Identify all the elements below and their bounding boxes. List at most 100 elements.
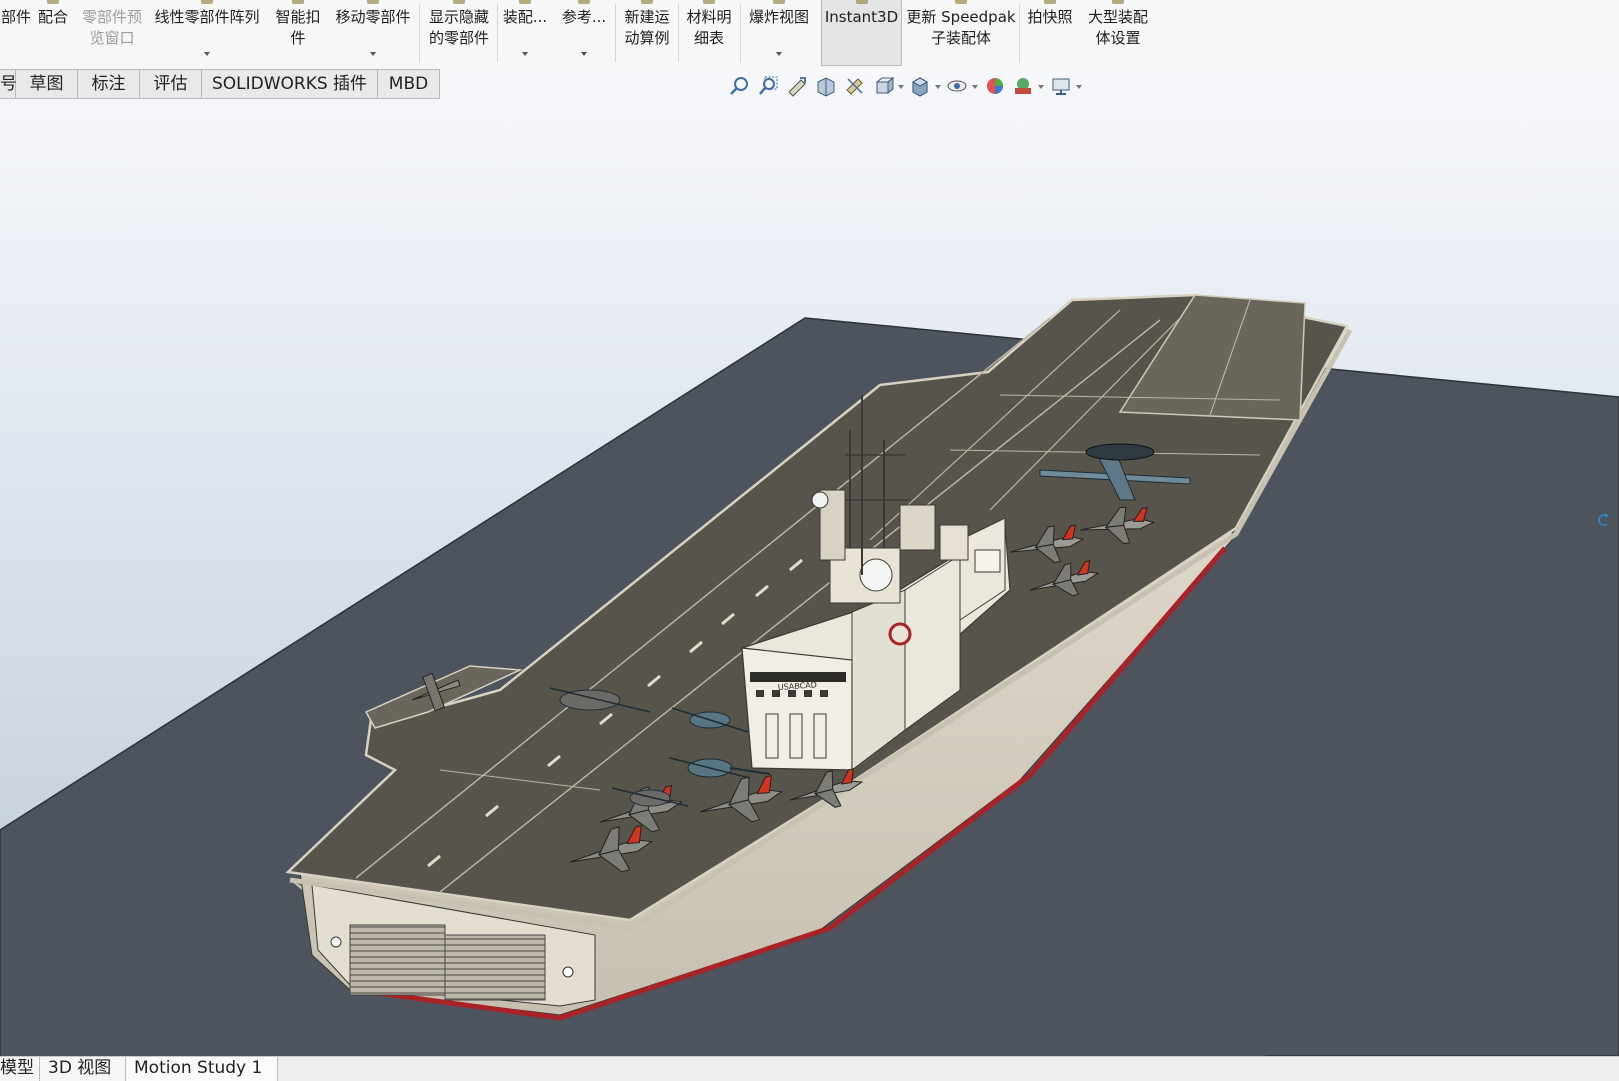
- bill-of-materials-button[interactable]: 材料明 细表: [681, 0, 737, 66]
- dynamic-annotation-icon[interactable]: [844, 75, 866, 97]
- instant3d-button[interactable]: Instant3D: [821, 0, 902, 66]
- tab-evaluate[interactable]: 评估: [140, 69, 202, 99]
- ribbon-divider: [740, 4, 741, 62]
- component-preview-window-button[interactable]: 零部件预 览窗口: [76, 0, 148, 66]
- command-manager-ribbon: 部件 配合 零部件预 览窗口 线性零部件阵列 智能扣 件 移动零部件 显示隐藏 …: [0, 0, 1619, 69]
- smart-fasteners-button[interactable]: 智能扣 件: [271, 0, 325, 66]
- move-component-icon: [367, 0, 379, 4]
- aircraft-carrier-model[interactable]: USABCAD: [0, 68, 1619, 1056]
- ribbon-divider: [497, 4, 498, 62]
- button-label: 零部件预: [81, 8, 142, 26]
- button-label-line2: 动算例: [624, 29, 670, 47]
- view-settings-icon[interactable]: [1050, 75, 1072, 97]
- button-label: 大型装配: [1087, 8, 1148, 26]
- chevron-down-icon[interactable]: [522, 52, 528, 56]
- exploded-view-button[interactable]: 爆炸视图: [743, 0, 815, 66]
- reference-geometry-button[interactable]: 参考...: [558, 0, 610, 66]
- ribbon-divider: [615, 4, 616, 62]
- stern-light: [562, 966, 574, 978]
- take-snapshot-button[interactable]: 拍快照: [1023, 0, 1077, 66]
- section-view-icon[interactable]: [815, 75, 837, 97]
- tab-label: 3D 视图: [48, 1058, 112, 1078]
- large-assembly-settings-button[interactable]: 大型装配 体设置: [1082, 0, 1154, 66]
- linear-component-pattern-button[interactable]: 线性零部件阵列: [151, 0, 263, 66]
- update-speedpak-button[interactable]: 更新 Speedpak 子装配体: [906, 0, 1016, 66]
- apply-scene-icon[interactable]: [1012, 75, 1034, 97]
- show-hidden-components-button[interactable]: 显示隐藏 的零部件: [423, 0, 495, 66]
- chevron-down-icon[interactable]: [581, 52, 587, 56]
- button-label: 更新 Speedpak: [906, 8, 1016, 26]
- chevron-down-icon[interactable]: [1076, 85, 1082, 89]
- stern-light: [330, 936, 342, 948]
- button-label-line2: 件: [290, 29, 306, 47]
- tab-label: Motion Study 1: [134, 1058, 263, 1078]
- tab-mark[interactable]: 号: [0, 69, 17, 99]
- chevron-down-icon[interactable]: [204, 52, 210, 56]
- ribbon-divider: [419, 4, 420, 62]
- chevron-down-icon[interactable]: [776, 52, 782, 56]
- view-orientation-icon[interactable]: [873, 75, 895, 97]
- insert-component-button[interactable]: 部件: [0, 0, 32, 66]
- tab-mbd[interactable]: MBD: [378, 69, 440, 99]
- button-label-line2: 子装配体: [930, 29, 991, 47]
- bom-icon: [703, 0, 715, 4]
- instant3d-icon: [855, 0, 868, 4]
- button-label: 装配...: [502, 8, 548, 26]
- hide-show-items-icon[interactable]: [946, 75, 968, 97]
- button-label-line2: 的零部件: [428, 29, 489, 47]
- button-label: Instant3D: [824, 8, 899, 26]
- tab-label: 草图: [29, 74, 64, 94]
- chevron-down-icon[interactable]: [935, 85, 941, 89]
- assembly-features-icon: [519, 0, 531, 4]
- button-label-line2: 体设置: [1095, 29, 1141, 47]
- button-label: 移动零部件: [335, 8, 411, 26]
- new-motion-study-button[interactable]: 新建运 动算例: [618, 0, 676, 66]
- tab-motion-study-1[interactable]: Motion Study 1: [126, 1057, 278, 1081]
- button-label: 参考...: [561, 8, 607, 26]
- button-label: 材料明: [686, 8, 732, 26]
- exploded-view-icon: [773, 0, 785, 4]
- tab-label: 号: [0, 74, 17, 94]
- tab-label: 评估: [153, 74, 188, 94]
- stern-vent-grille: [444, 934, 546, 1001]
- edit-appearance-icon[interactable]: [984, 75, 1006, 97]
- assembly-features-button[interactable]: 装配...: [500, 0, 550, 66]
- tab-sketch[interactable]: 草图: [16, 69, 78, 99]
- mate-button[interactable]: 配合: [34, 0, 72, 66]
- rotate-view-icon[interactable]: [1596, 510, 1610, 528]
- button-label: 部件: [0, 8, 31, 26]
- tab-solidworks-addins[interactable]: SOLIDWORKS 插件: [202, 69, 378, 99]
- tab-3d-views[interactable]: 3D 视图: [40, 1057, 126, 1081]
- smart-fasteners-icon: [292, 0, 304, 4]
- model-tabs-bar: 模型 3D 视图 Motion Study 1: [0, 1056, 1619, 1081]
- zoom-to-area-icon[interactable]: [757, 75, 779, 97]
- large-assembly-icon: [1112, 0, 1124, 4]
- tab-markup[interactable]: 标注: [78, 69, 140, 99]
- button-label: 拍快照: [1027, 8, 1073, 26]
- tab-label: 标注: [91, 74, 126, 94]
- ribbon-divider: [678, 4, 679, 62]
- button-label-line2: 细表: [693, 29, 724, 47]
- motion-study-icon: [641, 0, 653, 4]
- graphics-area[interactable]: USABCAD: [0, 68, 1619, 1056]
- move-component-button[interactable]: 移动零部件: [332, 0, 414, 66]
- chevron-down-icon[interactable]: [1038, 85, 1044, 89]
- chevron-down-icon[interactable]: [898, 85, 904, 89]
- tab-label: MBD: [388, 74, 429, 94]
- snapshot-icon: [1044, 0, 1056, 4]
- mate-icon: [47, 0, 59, 4]
- reference-geometry-icon: [578, 0, 590, 4]
- show-hidden-icon: [453, 0, 465, 4]
- stern-vent-grille: [349, 924, 446, 996]
- tab-model[interactable]: 模型: [0, 1057, 40, 1081]
- zoom-to-fit-icon[interactable]: [728, 75, 750, 97]
- chevron-down-icon[interactable]: [370, 52, 376, 56]
- button-label: 配合: [37, 8, 68, 26]
- chevron-down-icon[interactable]: [972, 85, 978, 89]
- tab-label: 模型: [0, 1058, 34, 1078]
- linear-pattern-icon: [201, 0, 213, 4]
- previous-view-icon[interactable]: [786, 75, 808, 97]
- display-style-icon[interactable]: [909, 75, 931, 97]
- button-label: 显示隐藏: [428, 8, 489, 26]
- ribbon-divider: [1019, 4, 1020, 62]
